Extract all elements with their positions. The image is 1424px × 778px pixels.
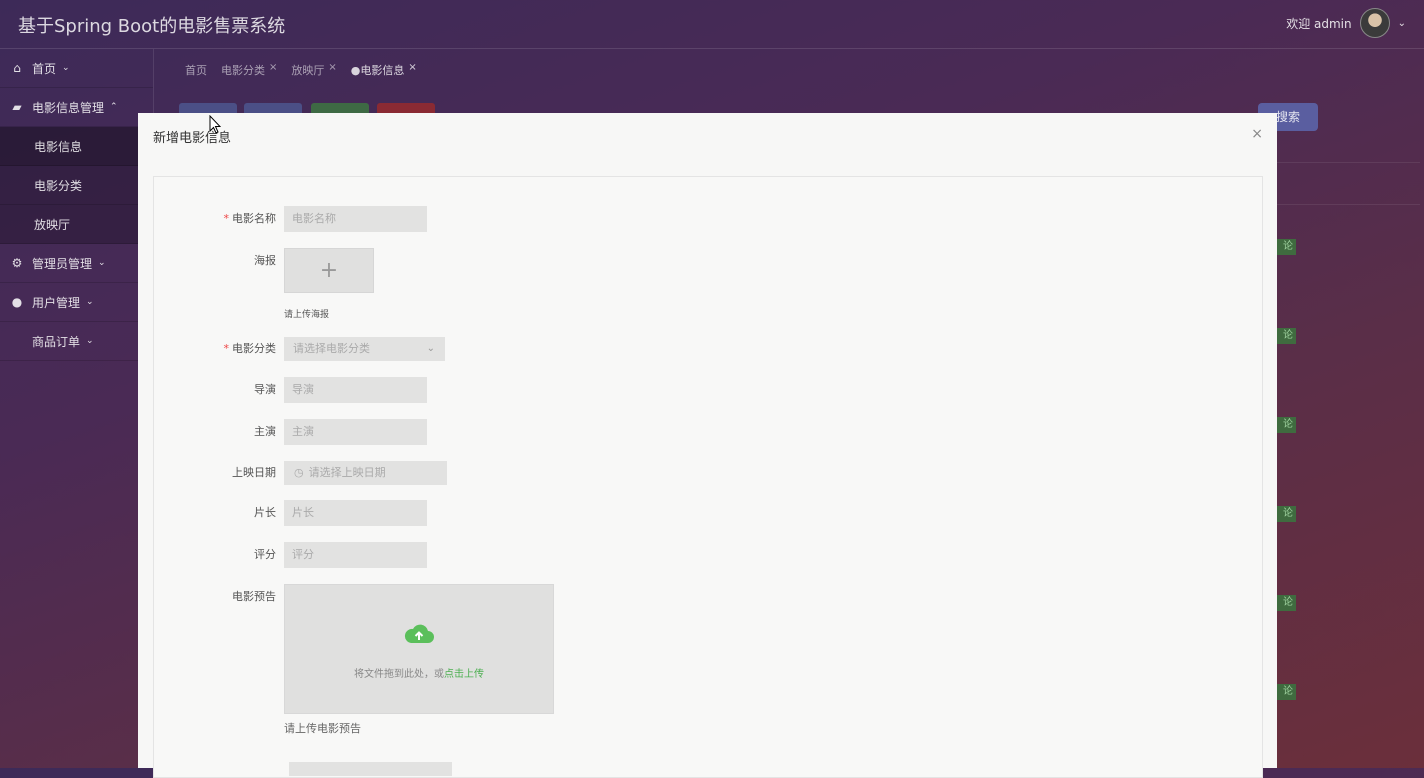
field-label: 主演	[254, 425, 276, 438]
avatar[interactable]	[1359, 8, 1390, 38]
trailer-hint: 请上传电影预告	[284, 722, 361, 735]
row-action-chip[interactable]: 论	[1277, 328, 1296, 344]
release-date-picker[interactable]: ◷ 请选择上映日期	[284, 461, 447, 485]
row-action-chip[interactable]: 论	[1277, 684, 1296, 700]
tab-label: 电影分类	[221, 64, 265, 77]
sidebar-item-label: 首页	[32, 61, 57, 76]
briefcase-icon: ▰	[12, 100, 22, 114]
field-category: * 电影分类 请选择电影分类 ⌄	[154, 337, 445, 361]
sidebar-item-users[interactable]: ● 用户管理 ⌄	[0, 283, 153, 322]
home-icon: ⌂	[13, 61, 21, 75]
sidebar-item-movie-management[interactable]: ▰ 电影信息管理 ⌃	[0, 88, 153, 127]
field-release-date: 上映日期 ◷ 请选择上映日期	[154, 461, 447, 485]
sidebar-item-label: 商品订单	[32, 334, 81, 349]
field-score: 评分 评分	[154, 542, 427, 568]
sidebar-item-label: 管理员管理	[32, 256, 93, 271]
duration-input[interactable]: 片长	[284, 500, 427, 526]
required-mark: *	[223, 342, 230, 355]
field-label: 电影预告	[232, 590, 276, 603]
gear-icon: ⚙	[11, 256, 23, 270]
movie-form: * 电影名称 电影名称 海报 + 请上传海报 * 电影分类 请选择电影分类 ⌄ 导演…	[153, 176, 1263, 778]
field-movie-name: * 电影名称 电影名称	[154, 206, 427, 232]
tab-label: 首页	[185, 64, 207, 77]
close-icon[interactable]: ×	[269, 62, 277, 73]
dialog-header: 新增电影信息 ×	[138, 113, 1277, 159]
tab-movie-info[interactable]: ●电影信息 ×	[351, 62, 417, 78]
chevron-up-icon: ⌃	[110, 102, 118, 112]
category-placeholder: 请选择电影分类	[293, 342, 370, 355]
chevron-down-icon[interactable]: ⌄	[1398, 18, 1406, 29]
chevron-down-icon: ⌄	[426, 343, 435, 354]
close-icon[interactable]: ×	[408, 62, 416, 73]
field-duration: 片长 片长	[154, 500, 427, 526]
poster-hint: 请上传海报	[284, 310, 330, 320]
movie-name-input[interactable]: 电影名称	[284, 206, 427, 232]
sidebar-item-home[interactable]: ⌂ 首页 ⌄	[0, 49, 153, 88]
sidebar-item-movie-info[interactable]: 电影信息	[0, 127, 153, 166]
tab-hall[interactable]: 放映厅 ×	[291, 62, 336, 78]
field-director: 导演 导演	[154, 377, 427, 403]
sidebar-submenu: 电影信息 电影分类 放映厅	[0, 127, 153, 244]
sidebar-subitem-label: 电影分类	[34, 178, 83, 193]
chevron-down-icon: ⌄	[86, 336, 94, 346]
field-label: 上映日期	[232, 466, 276, 479]
row-action-chip[interactable]: 论	[1277, 417, 1296, 433]
add-movie-dialog: 新增电影信息 × * 电影名称 电影名称 海报 + 请上传海报 * 电影分类 请选择…	[138, 113, 1277, 778]
sidebar-item-label: 电影信息管理	[32, 100, 105, 115]
app-title: 基于Spring Boot的电影售票系统	[18, 16, 286, 37]
upload-cloud-icon	[404, 624, 434, 643]
row-action-chip[interactable]: 论	[1277, 239, 1296, 255]
row-action-chip[interactable]: 论	[1277, 595, 1296, 611]
chevron-down-icon: ⌄	[86, 297, 94, 307]
required-mark: *	[223, 212, 230, 225]
trailer-dropzone[interactable]: 将文件拖到此处，或点击上传	[284, 584, 554, 714]
click-upload-link[interactable]: 点击上传	[444, 669, 484, 680]
sidebar-item-label: 用户管理	[32, 295, 81, 310]
close-icon[interactable]: ×	[328, 62, 336, 73]
field-trailer: 电影预告 将文件拖到此处，或点击上传 请上传电影预告	[154, 584, 554, 736]
sidebar: ⌂ 首页 ⌄ ▰ 电影信息管理 ⌃ 电影信息 电影分类 放映厅 ⚙ 管理员管理 …	[0, 49, 154, 768]
sidebar-subitem-label: 电影信息	[34, 139, 83, 154]
field-cast: 主演 主演	[154, 419, 427, 445]
sidebar-item-hall[interactable]: 放映厅	[0, 205, 153, 244]
user-greeting: 欢迎 admin	[1286, 16, 1352, 31]
field-label: 海报	[254, 254, 276, 267]
plus-icon: +	[319, 258, 339, 283]
mouse-cursor-icon	[209, 115, 221, 134]
table-divider	[1277, 162, 1420, 163]
row-action-chip[interactable]: 论	[1277, 506, 1296, 522]
field-label: 电影名称	[232, 212, 276, 225]
field-label: 片长	[254, 506, 276, 519]
close-icon[interactable]: ×	[1251, 126, 1263, 142]
sidebar-subitem-label: 放映厅	[34, 217, 71, 232]
poster-upload-button[interactable]: +	[284, 248, 374, 293]
user-icon: ●	[11, 295, 23, 309]
chevron-down-icon: ⌄	[62, 63, 70, 73]
clock-icon: ◷	[294, 466, 304, 479]
field-label: 评分	[254, 548, 276, 561]
category-select[interactable]: 请选择电影分类 ⌄	[284, 337, 445, 361]
sidebar-item-orders[interactable]: 商品订单 ⌄	[0, 322, 153, 361]
field-poster: 海报 + 请上传海报	[154, 248, 374, 320]
tab-bar: 首页 电影分类 × 放映厅 × ●电影信息 ×	[185, 62, 417, 78]
search-button-label: 搜索	[1275, 110, 1300, 124]
chevron-down-icon: ⌄	[98, 258, 106, 268]
top-bar: 基于Spring Boot的电影售票系统 欢迎 admin ⌄	[0, 0, 1424, 49]
field-label: 电影分类	[232, 342, 276, 355]
score-input[interactable]: 评分	[284, 542, 427, 568]
director-input[interactable]: 导演	[284, 377, 427, 403]
tab-home[interactable]: 首页	[185, 62, 207, 78]
tab-movie-category[interactable]: 电影分类 ×	[221, 62, 277, 78]
tab-label: 放映厅	[291, 64, 325, 77]
cast-input[interactable]: 主演	[284, 419, 427, 445]
field-label: 导演	[254, 383, 276, 396]
sidebar-item-admin[interactable]: ⚙ 管理员管理 ⌄	[0, 244, 153, 283]
table-divider	[1277, 204, 1420, 205]
sidebar-item-movie-category[interactable]: 电影分类	[0, 166, 153, 205]
next-field-select[interactable]	[289, 762, 452, 776]
user-menu[interactable]: 欢迎 admin ⌄	[1286, 8, 1406, 38]
tab-label: ●电影信息	[350, 64, 405, 77]
dropzone-text: 将文件拖到此处，或点击上传	[354, 669, 484, 680]
date-placeholder: 请选择上映日期	[308, 466, 386, 479]
